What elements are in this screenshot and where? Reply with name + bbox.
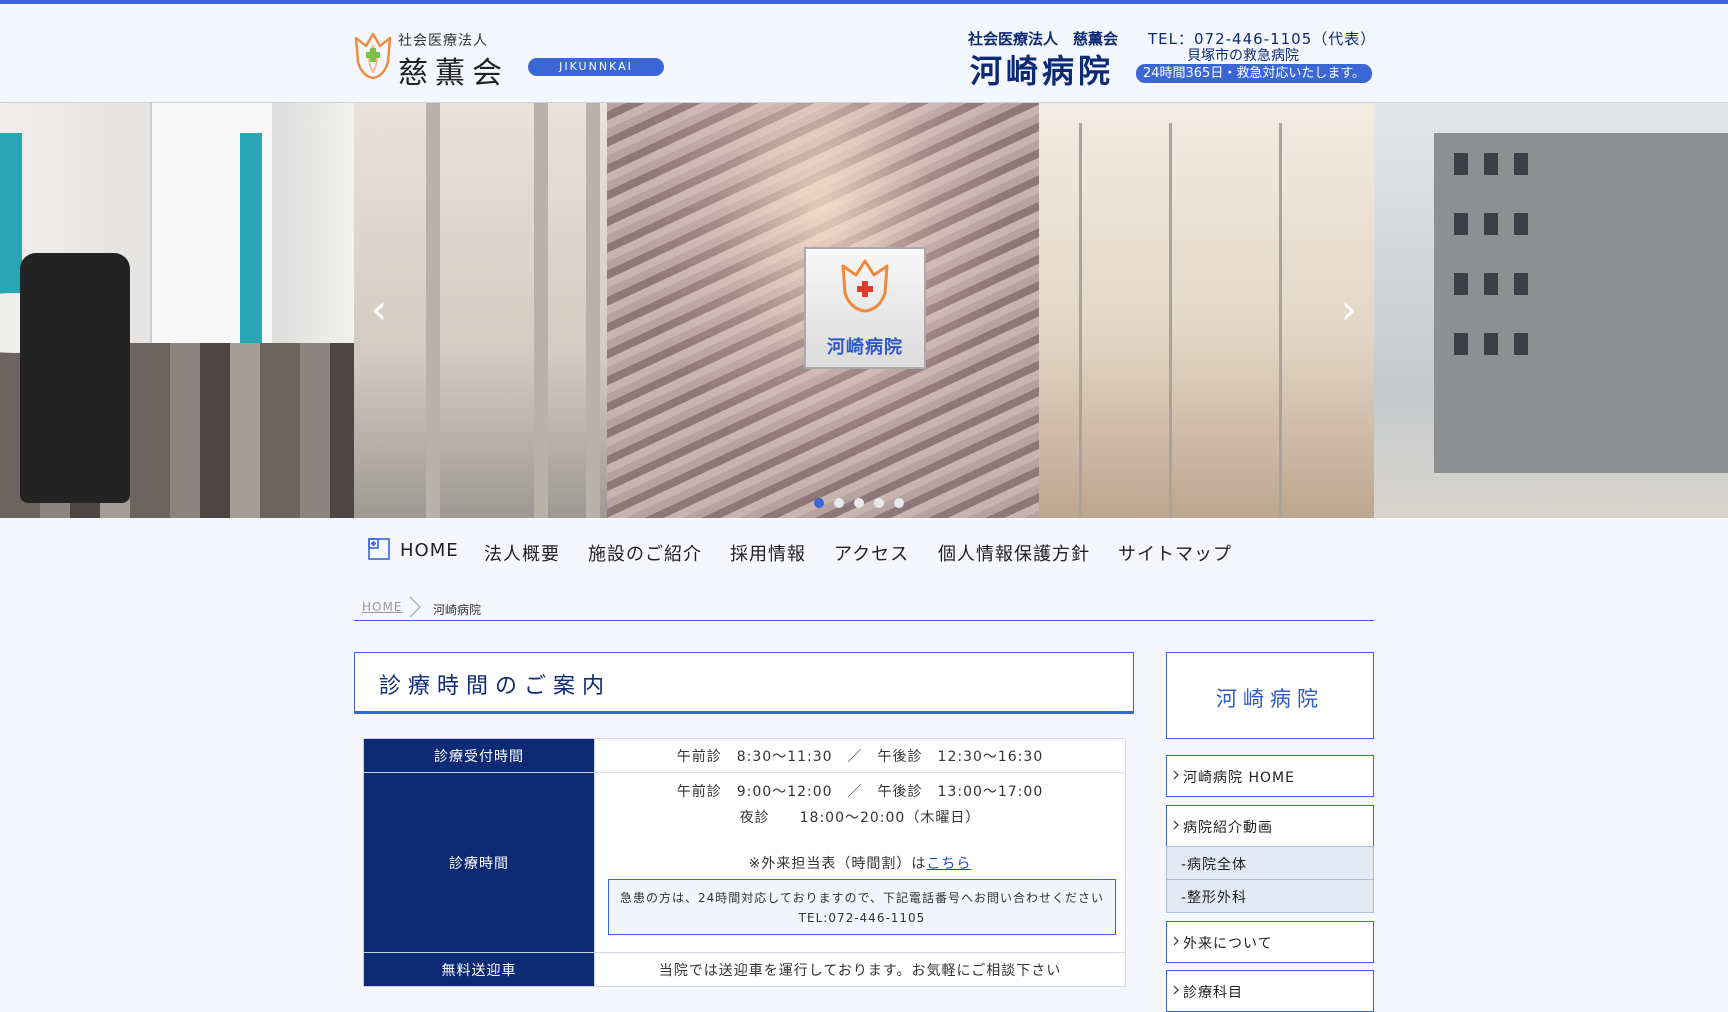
emergency-hospital-label: 貝塚市の救急病院 <box>1187 48 1299 64</box>
hero-slider: 河崎病院 ‹ › <box>0 103 1728 518</box>
corp-romaji-badge: JIKUNNKAI <box>528 58 664 76</box>
sidebar-item-hospital-home[interactable]: 河崎病院 HOME <box>1166 755 1374 797</box>
sidebar-item-label: 河崎病院 HOME <box>1183 770 1295 786</box>
lotus-cross-logo-icon <box>354 32 392 80</box>
site-header: 社会医療法人 慈薫会 JIKUNNKAI 社会医療法人 慈薫会 河崎病院 TEL… <box>0 4 1728 103</box>
slide-image-building <box>1374 103 1728 518</box>
table-row: 診療時間 午前診 9:00～12:00 ／ 午後診 13:00～17:00 夜診… <box>363 772 1126 953</box>
emergency-notice-box: 急患の方は、24時間対応しておりますので、下記電話番号へお問い合わせください T… <box>608 879 1116 935</box>
sidebar-subitem-whole-hospital[interactable]: ‐病院全体 <box>1166 846 1374 880</box>
table-row: 無料送迎車 当院では送迎車を運行しております。お気軽にご相談下さい <box>363 952 1126 987</box>
hospital-logo-icon <box>841 259 889 313</box>
sidebar-item-label: 診療科目 <box>1183 985 1243 1001</box>
sidebar: 河崎病院 河崎病院 HOME 病院紹介動画 ‐病院全体 ‐整形外科 外来について… <box>1166 652 1374 1012</box>
schedule-note: ※外来担当表（時間割）はこちら <box>596 853 1124 873</box>
slider-prev-arrow-icon[interactable]: ‹ <box>367 288 391 332</box>
hours-day-line: 午前診 9:00～12:00 ／ 午後診 13:00～17:00 <box>676 784 1044 800</box>
sidebar-item-label: 病院紹介動画 <box>1183 820 1273 836</box>
sign-text: 河崎病院 <box>827 337 903 358</box>
chevron-right-icon <box>1173 820 1179 830</box>
sidebar-item-outpatient[interactable]: 外来について <box>1166 921 1374 963</box>
breadcrumb-current: 河崎病院 <box>433 603 482 617</box>
slider-dot-3[interactable] <box>854 498 864 508</box>
section-title-text: 診療時間のご案内 <box>379 674 612 699</box>
consultation-hours-table: 診療受付時間 午前診 8:30～11:30 ／ 午後診 12:30～16:30 … <box>363 738 1126 987</box>
schedule-note-text: ※外来担当表（時間割）は <box>748 856 927 872</box>
table-cell-reception: 午前診 8:30～11:30 ／ 午後診 12:30～16:30 <box>594 738 1126 773</box>
sidebar-item-departments[interactable]: 診療科目 <box>1166 970 1374 1012</box>
corp-name: 慈薫会 <box>398 56 509 91</box>
sidebar-subitem-label: ‐病院全体 <box>1181 857 1248 873</box>
hours-night-line: 夜診 18:00～20:00（木曜日） <box>739 810 981 826</box>
sidebar-item-intro-video[interactable]: 病院紹介動画 <box>1166 805 1374 847</box>
table-header-hours: 診療時間 <box>363 772 595 953</box>
chevron-right-icon <box>1173 985 1179 995</box>
schedule-link[interactable]: こちら <box>926 856 971 872</box>
sidebar-title: 河崎病院 <box>1216 687 1324 711</box>
chevron-right-icon <box>1173 936 1179 946</box>
page-title: 診療時間のご案内 <box>354 652 1134 714</box>
hospital-name[interactable]: 河崎病院 <box>970 46 1114 92</box>
sidebar-title-box: 河崎病院 <box>1166 652 1374 739</box>
corp-type-label: 社会医療法人 <box>398 33 488 49</box>
hospital-home-icon[interactable] <box>368 538 390 560</box>
slide-image-meeting-room <box>0 103 354 518</box>
nav-corporate-overview[interactable]: 法人概要 <box>484 540 560 566</box>
emergency-notice-text: 急患の方は、24時間対応しておりますので、下記電話番号へお問い合わせください <box>619 891 1105 905</box>
sidebar-item-label: 外来について <box>1183 936 1273 952</box>
table-cell-shuttle: 当院では送迎車を運行しております。お気軽にご相談下さい <box>594 952 1126 987</box>
slider-dot-1[interactable] <box>814 498 824 508</box>
breadcrumb-home-link[interactable]: HOME <box>362 600 402 614</box>
slider-dots <box>814 498 914 510</box>
breadcrumb: HOME 河崎病院 <box>354 596 1374 621</box>
slider-next-arrow-icon[interactable]: › <box>1337 288 1361 332</box>
hospital-sign: 河崎病院 <box>804 247 926 369</box>
corp-logo[interactable]: 社会医療法人 慈薫会 JIKUNNKAI <box>354 26 664 91</box>
hospital-info: 社会医療法人 慈薫会 河崎病院 TEL：072-446-1105（代表） 貝塚市… <box>968 26 1378 90</box>
table-cell-hours: 午前診 9:00～12:00 ／ 午後診 13:00～17:00 夜診 18:0… <box>594 772 1126 953</box>
emergency-phone[interactable]: TEL:072-446-1105 <box>609 908 1115 928</box>
slide-image-entrance: 河崎病院 <box>354 103 1374 518</box>
nav-privacy-policy[interactable]: 個人情報保護方針 <box>938 540 1090 566</box>
emergency-247-badge: 24時間365日・救急対応いたします。 <box>1136 64 1372 83</box>
nav-recruitment[interactable]: 採用情報 <box>730 540 806 566</box>
sidebar-subitem-orthopedics[interactable]: ‐整形外科 <box>1166 879 1374 913</box>
nav-sitemap[interactable]: サイトマップ <box>1118 540 1232 566</box>
chevron-right-icon <box>1173 770 1179 780</box>
table-row: 診療受付時間 午前診 8:30～11:30 ／ 午後診 12:30～16:30 <box>363 738 1126 773</box>
sidebar-subitem-label: ‐整形外科 <box>1181 890 1248 906</box>
slider-dot-4[interactable] <box>874 498 884 508</box>
nav-home[interactable]: HOME <box>400 540 459 561</box>
breadcrumb-chevron-icon <box>409 596 421 618</box>
nav-access[interactable]: アクセス <box>834 540 909 566</box>
main-navigation: HOME 法人概要 施設のご紹介 採用情報 アクセス 個人情報保護方針 サイトマ… <box>364 538 1264 580</box>
slider-dot-2[interactable] <box>834 498 844 508</box>
table-header-reception: 診療受付時間 <box>363 738 595 773</box>
table-header-shuttle: 無料送迎車 <box>363 952 595 987</box>
nav-facilities[interactable]: 施設のご紹介 <box>588 540 702 566</box>
slider-dot-5[interactable] <box>894 498 904 508</box>
